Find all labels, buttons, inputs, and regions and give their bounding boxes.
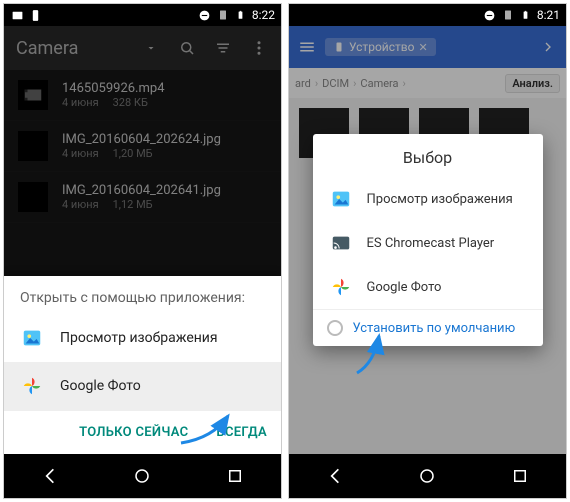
no-sim-icon	[216, 8, 230, 22]
back-icon[interactable]	[324, 465, 346, 487]
open-with-sheet: Открыть с помощью приложения: Просмотр и…	[4, 276, 281, 454]
no-sim-icon	[501, 8, 515, 22]
video-icon	[18, 80, 48, 110]
back-icon[interactable]	[39, 465, 61, 487]
file-name: IMG_20160604_202641.jpg	[62, 183, 221, 198]
image-thumb-icon	[18, 182, 48, 212]
overflow-icon[interactable]	[249, 38, 269, 58]
sheet-item-gallery[interactable]: Просмотр изображения	[4, 314, 281, 362]
dialog-footer: Установить по умолчанию	[313, 309, 543, 346]
app-toolbar: Camera	[4, 26, 281, 70]
file-name: IMG_20160604_202624.jpg	[62, 132, 221, 147]
file-name: 1465059926.mp4	[62, 81, 165, 96]
gallery-app-icon	[329, 187, 353, 211]
dialog-item-label: ES Chromecast Player	[367, 236, 495, 251]
choose-app-dialog: Выбор Просмотр изображения ES Chromecast…	[313, 134, 543, 346]
google-photos-icon	[20, 374, 44, 398]
toolbar-title: Camera	[16, 38, 125, 59]
chromecast-icon	[329, 231, 353, 255]
default-radio[interactable]	[327, 320, 343, 336]
phone-right: 8:21 Устройство ✕ ard › DCIM › Camera › …	[288, 3, 567, 499]
battery-icon	[519, 8, 533, 22]
file-row[interactable]: 1465059926.mp4 4 июня328 КБ	[4, 70, 281, 121]
dialog-item-google-photos[interactable]: Google Фото	[313, 265, 543, 309]
sheet-item-label: Google Фото	[60, 378, 141, 394]
recents-icon[interactable]	[224, 465, 246, 487]
status-time: 8:22	[252, 8, 275, 22]
navigation-bar	[4, 454, 281, 498]
sheet-item-label: Просмотр изображения	[60, 330, 218, 346]
file-row[interactable]: IMG_20160604_202641.jpg 4 июня1,12 МБ	[4, 172, 281, 223]
status-time: 8:21	[537, 8, 560, 22]
search-icon[interactable]	[177, 38, 197, 58]
sheet-item-google-photos[interactable]: Google Фото	[4, 362, 281, 410]
dialog-item-label: Просмотр изображения	[367, 192, 513, 207]
image-thumb-icon	[18, 131, 48, 161]
home-icon[interactable]	[131, 465, 153, 487]
navigation-bar	[289, 454, 566, 498]
home-icon[interactable]	[416, 465, 438, 487]
phone-notif-icon	[28, 8, 42, 22]
status-bar: 8:21	[289, 4, 566, 26]
phone-left: 8:22 Camera 1465059926.mp4 4 июня328 КБ	[3, 3, 282, 499]
recents-icon[interactable]	[509, 465, 531, 487]
google-photos-icon	[329, 275, 353, 299]
just-once-button[interactable]: ТОЛЬКО СЕЙЧАС	[65, 411, 202, 454]
dialog-scrim[interactable]: Выбор Просмотр изображения ES Chromecast…	[289, 26, 566, 454]
always-button[interactable]: ВСЕГДА	[202, 411, 281, 454]
dialog-title: Выбор	[313, 134, 543, 177]
dialog-item-chromecast[interactable]: ES Chromecast Player	[313, 221, 543, 265]
dialog-item-label: Google Фото	[367, 280, 442, 295]
dialog-item-gallery[interactable]: Просмотр изображения	[313, 177, 543, 221]
dnd-icon	[483, 8, 497, 22]
sheet-title: Открыть с помощью приложения:	[4, 276, 281, 314]
sheet-actions: ТОЛЬКО СЕЙЧАС ВСЕГДА	[4, 410, 281, 454]
dnd-icon	[198, 8, 212, 22]
status-bar: 8:22	[4, 4, 281, 26]
battery-icon	[234, 8, 248, 22]
sort-icon[interactable]	[213, 38, 233, 58]
gallery-app-icon	[20, 326, 44, 350]
dropdown-icon[interactable]	[141, 38, 161, 58]
set-default-label[interactable]: Установить по умолчанию	[353, 321, 516, 336]
file-row[interactable]: IMG_20160604_202624.jpg 4 июня1,20 МБ	[4, 121, 281, 172]
gallery-notif-icon	[10, 8, 24, 22]
